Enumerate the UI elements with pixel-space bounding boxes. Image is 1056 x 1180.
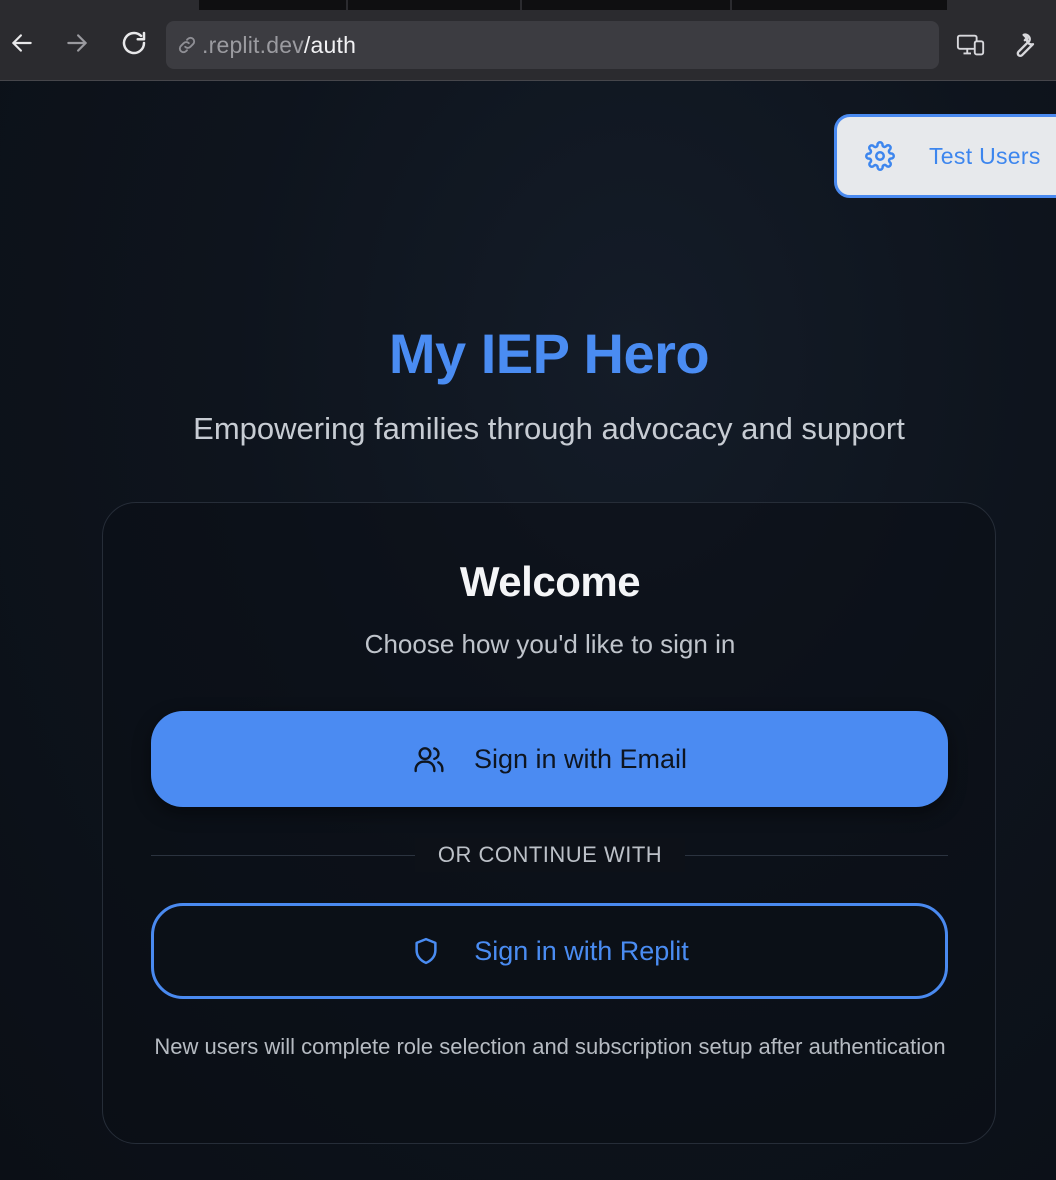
forward-button[interactable] [62, 28, 92, 58]
sign-in-email-button[interactable]: Sign in with Email [151, 711, 948, 807]
app-subtitle: Empowering families through advocacy and… [193, 411, 905, 446]
sign-in-replit-label: Sign in with Replit [474, 935, 689, 966]
url-host: .replit.dev [202, 31, 304, 58]
sign-in-replit-button[interactable]: Sign in with Replit [151, 903, 948, 999]
browser-tab[interactable] [522, 0, 730, 10]
browser-tab[interactable] [732, 0, 947, 10]
back-button[interactable] [7, 28, 37, 58]
arrow-left-icon [12, 34, 32, 52]
browser-tab[interactable] [199, 0, 346, 10]
sign-in-card: Welcome Choose how you'd like to sign in… [102, 502, 996, 1144]
url-path: /auth [303, 31, 357, 58]
users-icon [412, 742, 446, 776]
address-bar[interactable]: .replit.dev/auth [166, 21, 939, 69]
sign-in-email-label: Sign in with Email [473, 743, 688, 774]
divider-label: OR CONTINUE WITH [415, 838, 685, 872]
gear-icon [864, 140, 896, 172]
tab-strip [0, 0, 1056, 10]
link-icon [176, 33, 200, 57]
arrow-right-icon [67, 34, 87, 52]
reload-icon [122, 31, 146, 55]
wrench-icon [1016, 33, 1035, 57]
test-users-button[interactable]: Test Users [834, 114, 1056, 198]
browser-tab[interactable] [348, 0, 520, 10]
browser-toolbar: .replit.dev/auth [0, 10, 1056, 81]
devtools-button[interactable] [1009, 30, 1039, 60]
app-title: My IEP Hero [388, 322, 710, 385]
new-users-note: New users will complete role selection a… [154, 1034, 946, 1059]
url-text: .replit.dev/auth [202, 32, 356, 59]
test-users-label: Test Users [929, 142, 1041, 169]
reload-button[interactable] [119, 28, 149, 58]
shield-icon [410, 935, 442, 967]
responsive-mode-button[interactable] [956, 30, 986, 60]
card-title: Welcome [459, 558, 641, 605]
card-subtitle: Choose how you'd like to sign in [364, 629, 736, 659]
devices-icon [956, 34, 985, 56]
auth-page: Test Users My IEP Hero Empowering famili… [0, 81, 1056, 1180]
